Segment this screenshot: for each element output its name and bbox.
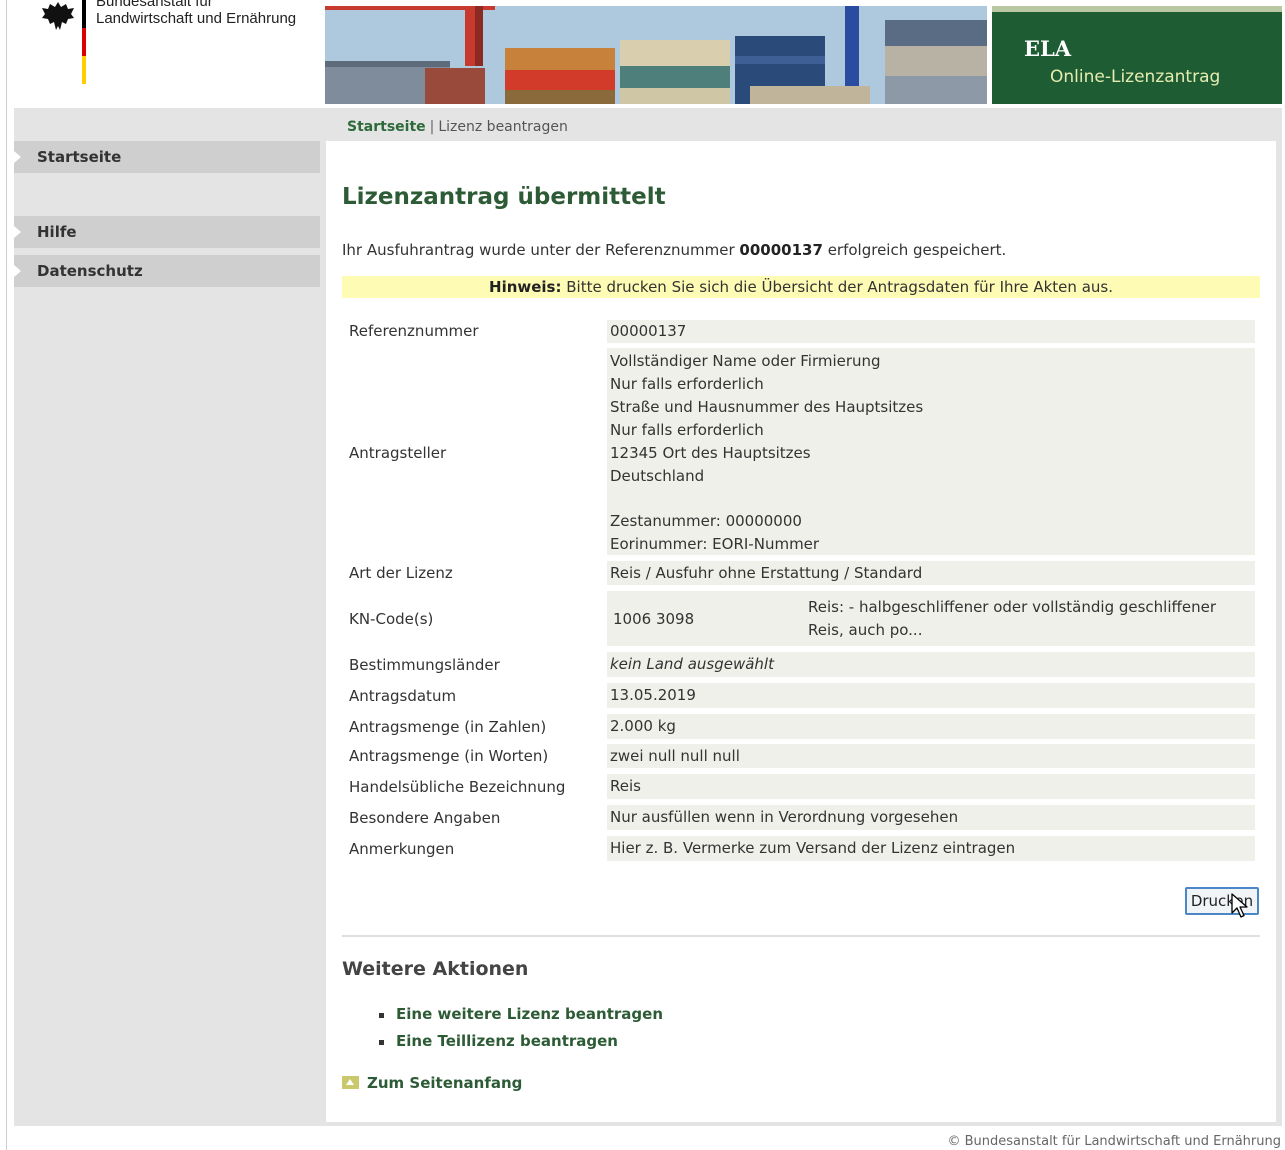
ble-logo[interactable]: Bundesanstalt für Landwirtschaft und Ern… [40, 0, 310, 90]
german-flag-bar [82, 0, 86, 84]
detail-row-kn-code: KN-Code(s) 1006 3098 Reis: - halbgeschli… [342, 591, 1256, 646]
intro-text-after: erfolgreich gespeichert. [822, 241, 1007, 259]
breadcrumb: Startseite | Lizenz beantragen [347, 119, 568, 135]
link-partial-license[interactable]: Eine Teillizenz beantragen [376, 1032, 663, 1059]
detail-label: Antragsmenge (in Worten) [349, 747, 549, 765]
app-title: ELA [1024, 36, 1072, 61]
detail-row-besondere-angaben: Besondere Angaben Nur ausfüllen wenn in … [342, 805, 1256, 830]
back-to-top-label: Zum Seitenanfang [367, 1074, 523, 1092]
address-line: Zestanummer: 00000000 [610, 512, 802, 531]
detail-row-handelsuebliche-bezeichnung: Handelsübliche Bezeichnung Reis [342, 774, 1256, 799]
reference-number: 00000137 [739, 241, 823, 259]
detail-label: Antragsteller [349, 444, 447, 462]
kn-description: Reis: - halbgeschliffener oder vollständ… [808, 596, 1248, 642]
back-to-top-link[interactable]: Zum Seitenanfang [342, 1074, 522, 1092]
section-divider [342, 935, 1260, 937]
breadcrumb-home-link[interactable]: Startseite [347, 119, 426, 135]
detail-row-art-der-lizenz: Art der Lizenz Reis / Ausfuhr ohne Ersta… [342, 561, 1256, 585]
detail-label: Antragsdatum [349, 687, 457, 705]
detail-row-antragsmenge-worten: Antragsmenge (in Worten) zwei null null … [342, 744, 1256, 768]
address-line: 12345 Ort des Hauptsitzes [610, 443, 811, 462]
kn-code: 1006 3098 [613, 610, 695, 628]
logo-line-1: Bundesanstalt für [96, 0, 213, 10]
page-title: Lizenzantrag übermittelt [342, 184, 666, 210]
detail-row-antragsdatum: Antragsdatum 13.05.2019 [342, 683, 1256, 708]
kn-description-line: Reis, auch po... [808, 621, 923, 639]
app-subtitle: Online-Lizenzantrag [1050, 67, 1221, 87]
detail-value: 00000137 [607, 320, 1255, 343]
address-line [610, 487, 1255, 510]
detail-label: Referenznummer [349, 322, 479, 340]
app-title-box: ELA Online-Lizenzantrag [992, 6, 1282, 104]
logo-line-2: Landwirtschaft und Ernährung [96, 10, 297, 27]
detail-label: Antragsmenge (in Zahlen) [349, 718, 547, 736]
detail-row-referenznummer: Referenznummer 00000137 [342, 320, 1256, 343]
nav-item-startseite[interactable]: Startseite [14, 141, 320, 173]
detail-value: Hier z. B. Vermerke zum Versand der Lize… [607, 836, 1255, 861]
detail-row-antragsmenge-zahlen: Antragsmenge (in Zahlen) 2.000 kg [342, 714, 1256, 739]
address-line: Vollständiger Name oder Firmierung [610, 352, 881, 370]
detail-label: Handelsübliche Bezeichnung [349, 778, 566, 796]
footer-copyright: © Bundesanstalt für Landwirtschaft und E… [947, 1134, 1281, 1149]
nav-item-hilfe[interactable]: Hilfe [14, 216, 320, 248]
further-actions-list: Eine weitere Lizenz beantragen Eine Teil… [376, 1005, 663, 1059]
intro-text-before: Ihr Ausfuhrantrag wurde unter der Refere… [342, 241, 740, 259]
hint-banner: Hinweis: Bitte drucken Sie sich die Über… [342, 276, 1260, 298]
breadcrumb-current: Lizenz beantragen [438, 119, 568, 135]
hint-text: Bitte drucken Sie sich die Übersicht der… [561, 278, 1113, 296]
detail-value: 13.05.2019 [607, 683, 1255, 708]
kn-description-line: Reis: - halbgeschliffener oder vollständ… [808, 598, 1216, 616]
federal-eagle-icon [42, 2, 74, 30]
detail-value: kein Land ausgewählt [607, 652, 1255, 677]
detail-value: zwei null null null [607, 744, 1255, 768]
nav-item-datenschutz[interactable]: Datenschutz [14, 255, 320, 287]
link-new-license[interactable]: Eine weitere Lizenz beantragen [376, 1005, 663, 1032]
confirmation-text: Ihr Ausfuhrantrag wurde unter der Refere… [342, 241, 1006, 259]
detail-row-bestimmungslaender: Bestimmungsländer kein Land ausgewählt [342, 652, 1256, 677]
detail-label: Bestimmungsländer [349, 656, 500, 674]
detail-value-address: Vollständiger Name oder Firmierung Nur f… [607, 348, 1255, 555]
detail-label: Besondere Angaben [349, 809, 501, 827]
detail-value: 2.000 kg [607, 714, 1255, 739]
address-line: Nur falls erforderlich [610, 420, 764, 439]
arrow-up-icon [342, 1076, 359, 1089]
address-line: Eorinummer: EORI-Nummer [610, 535, 820, 554]
further-actions-title: Weitere Aktionen [342, 958, 529, 980]
mouse-cursor-icon [1231, 893, 1248, 918]
header-banner-image [325, 6, 987, 104]
detail-value-kn: 1006 3098 Reis: - halbgeschliffener oder… [607, 591, 1255, 646]
detail-value: Reis [607, 774, 1255, 799]
hint-label: Hinweis: [489, 278, 562, 296]
detail-value: Nur ausfüllen wenn in Verordnung vorgese… [607, 805, 1255, 830]
logo-text: Bundesanstalt für Landwirtschaft und Ern… [96, 0, 297, 27]
detail-value: Reis / Ausfuhr ohne Erstattung / Standar… [607, 561, 1255, 585]
detail-label: Anmerkungen [349, 840, 455, 858]
page-left-border [6, 0, 7, 1150]
address-line: Nur falls erforderlich [610, 374, 764, 393]
detail-label: KN-Code(s) [349, 610, 434, 628]
detail-label: Art der Lizenz [349, 564, 453, 582]
address-line: Straße und Hausnummer des Hauptsitzes [610, 397, 924, 416]
detail-row-anmerkungen: Anmerkungen Hier z. B. Vermerke zum Vers… [342, 836, 1256, 861]
detail-row-antragsteller: Antragsteller Vollständiger Name oder Fi… [342, 348, 1256, 555]
address-line: Deutschland [610, 466, 705, 485]
breadcrumb-separator: | [429, 119, 435, 135]
